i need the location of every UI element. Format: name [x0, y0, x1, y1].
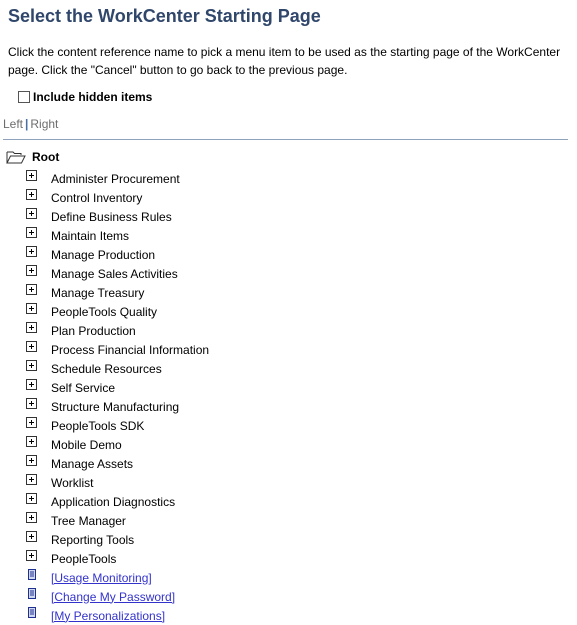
expand-plus-icon[interactable]	[26, 284, 37, 295]
tree-folder-label[interactable]: Administer Procurement	[51, 172, 180, 186]
expand-plus-icon[interactable]	[26, 322, 37, 333]
tree-link-label[interactable]: [Usage Monitoring]	[51, 571, 152, 585]
expand-plus-icon[interactable]	[26, 436, 37, 447]
tree-folder-item[interactable]: PeopleTools Quality	[26, 302, 209, 321]
expand-plus-icon[interactable]	[26, 455, 37, 466]
tree-folder-label[interactable]: Schedule Resources	[51, 362, 162, 376]
root-label: Root	[32, 150, 60, 164]
expand-plus-icon[interactable]	[26, 531, 37, 542]
tree-folder-item[interactable]: Define Business Rules	[26, 207, 209, 226]
tree-folder-label[interactable]: Worklist	[51, 476, 93, 490]
instructions-text: Click the content reference name to pick…	[8, 45, 561, 77]
tree-folder-label[interactable]: Tree Manager	[51, 514, 126, 528]
tree-folder-label[interactable]: Structure Manufacturing	[51, 400, 179, 414]
tree-folder-item[interactable]: Administer Procurement	[26, 169, 209, 188]
include-hidden-items-row[interactable]: Include hidden items	[18, 90, 152, 104]
expand-plus-icon[interactable]	[26, 265, 37, 276]
tree-folder-item[interactable]: Self Service	[26, 378, 209, 397]
tree-folder-label[interactable]: Manage Sales Activities	[51, 267, 178, 281]
tree-folder-label[interactable]: Control Inventory	[51, 191, 142, 205]
right-link[interactable]: Right	[30, 117, 58, 131]
expand-plus-icon[interactable]	[26, 360, 37, 371]
tree-folder-label[interactable]: PeopleTools SDK	[51, 419, 144, 433]
expand-plus-icon[interactable]	[26, 417, 37, 428]
tree-folder-label[interactable]: Mobile Demo	[51, 438, 122, 452]
tree-folder-item[interactable]: Schedule Resources	[26, 359, 209, 378]
tree-link-label[interactable]: [My Personalizations]	[51, 609, 165, 623]
tree-folder-item[interactable]: Manage Production	[26, 245, 209, 264]
tree-folder-item[interactable]: Reporting Tools	[26, 530, 209, 549]
tree-folder-item[interactable]: Plan Production	[26, 321, 209, 340]
tree-folder-item[interactable]: Tree Manager	[26, 511, 209, 530]
tree-folder-item[interactable]: Control Inventory	[26, 188, 209, 207]
tree-link-item[interactable]: [Usage Monitoring]	[26, 568, 209, 587]
expand-plus-icon[interactable]	[26, 227, 37, 238]
open-folder-icon	[6, 151, 26, 163]
tree-folder-label[interactable]: Maintain Items	[51, 229, 129, 243]
tree-folder-label[interactable]: PeopleTools	[51, 552, 116, 566]
menu-tree: Administer Procurement Control Inventory D…	[26, 169, 209, 625]
tree-folder-label[interactable]: Manage Production	[51, 248, 155, 262]
tree-folder-item[interactable]: Mobile Demo	[26, 435, 209, 454]
document-icon	[28, 607, 36, 618]
tree-folder-label[interactable]: Manage Assets	[51, 457, 133, 471]
tree-link-item[interactable]: [My Personalizations]	[26, 606, 209, 625]
divider	[3, 139, 568, 140]
expand-plus-icon[interactable]	[26, 303, 37, 314]
expand-plus-icon[interactable]	[26, 550, 37, 561]
tree-link-label[interactable]: [Change My Password]	[51, 590, 175, 604]
tree-folder-item[interactable]: Process Financial Information	[26, 340, 209, 359]
expand-plus-icon[interactable]	[26, 512, 37, 523]
expand-plus-icon[interactable]	[26, 170, 37, 181]
left-right-separator: |	[25, 117, 29, 131]
tree-folder-label[interactable]: Manage Treasury	[51, 286, 144, 300]
tree-folder-label[interactable]: Self Service	[51, 381, 115, 395]
tree-folder-item[interactable]: Maintain Items	[26, 226, 209, 245]
left-link[interactable]: Left	[3, 117, 23, 131]
tree-folder-label[interactable]: PeopleTools Quality	[51, 305, 157, 319]
left-right-toggle: Left | Right	[3, 117, 58, 131]
tree-folder-label[interactable]: Reporting Tools	[51, 533, 134, 547]
tree-folder-label[interactable]: Plan Production	[51, 324, 136, 338]
page-title: Select the WorkCenter Starting Page	[8, 6, 321, 26]
tree-folder-item[interactable]: Application Diagnostics	[26, 492, 209, 511]
document-icon	[28, 569, 36, 580]
tree-folder-item[interactable]: PeopleTools SDK	[26, 416, 209, 435]
expand-plus-icon[interactable]	[26, 341, 37, 352]
tree-folder-item[interactable]: Manage Sales Activities	[26, 264, 209, 283]
document-icon	[28, 588, 36, 599]
tree-folder-item[interactable]: Structure Manufacturing	[26, 397, 209, 416]
tree-link-item[interactable]: [Change My Password]	[26, 587, 209, 606]
expand-plus-icon[interactable]	[26, 398, 37, 409]
tree-folder-item[interactable]: PeopleTools	[26, 549, 209, 568]
tree-folder-label[interactable]: Define Business Rules	[51, 210, 172, 224]
tree-folder-item[interactable]: Worklist	[26, 473, 209, 492]
tree-folder-item[interactable]: Manage Treasury	[26, 283, 209, 302]
include-hidden-items-label: Include hidden items	[33, 90, 153, 104]
expand-plus-icon[interactable]	[26, 474, 37, 485]
expand-plus-icon[interactable]	[26, 246, 37, 257]
tree-folder-label[interactable]: Process Financial Information	[51, 343, 209, 357]
expand-plus-icon[interactable]	[26, 208, 37, 219]
tree-folder-item[interactable]: Manage Assets	[26, 454, 209, 473]
tree-root[interactable]: Root	[6, 150, 59, 164]
expand-plus-icon[interactable]	[26, 493, 37, 504]
expand-plus-icon[interactable]	[26, 379, 37, 390]
include-hidden-items-checkbox[interactable]	[18, 91, 30, 103]
expand-plus-icon[interactable]	[26, 189, 37, 200]
tree-folder-label[interactable]: Application Diagnostics	[51, 495, 175, 509]
